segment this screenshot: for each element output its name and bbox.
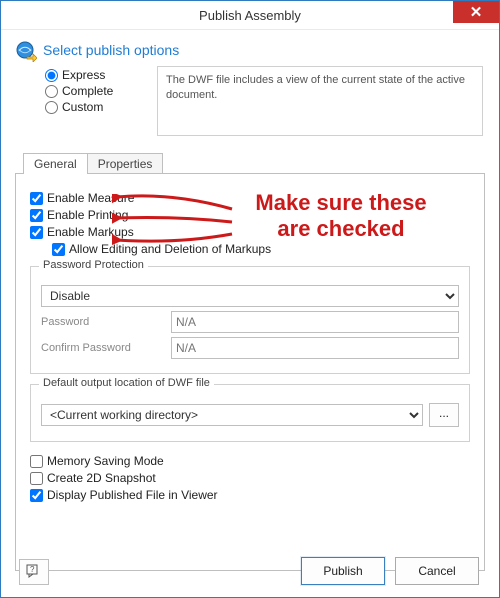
legend-output-location: Default output location of DWF file	[39, 377, 214, 389]
checkbox-allow-markup-edit-label: Allow Editing and Deletion of Markups	[69, 242, 271, 256]
window-title: Publish Assembly	[199, 8, 301, 23]
globe-publish-icon	[15, 40, 37, 62]
svg-text:?: ?	[30, 565, 35, 574]
dialog-button-row: Publish Cancel	[291, 557, 479, 585]
publish-mode-row: Express Complete Custom The DWF file inc…	[45, 66, 485, 136]
radio-complete[interactable]: Complete	[45, 84, 155, 98]
label-confirm-password: Confirm Password	[41, 342, 171, 354]
checkbox-enable-markups-input[interactable]	[30, 226, 43, 239]
checkbox-display-in-viewer-label: Display Published File in Viewer	[47, 488, 218, 502]
tab-panel-general: Enable Measure Enable Printing Enable Ma…	[15, 173, 485, 571]
checkbox-enable-printing-label: Enable Printing	[47, 208, 128, 222]
cancel-button[interactable]: Cancel	[395, 557, 479, 585]
checkbox-enable-printing-input[interactable]	[30, 209, 43, 222]
radio-express-label: Express	[62, 68, 105, 82]
checkbox-enable-measure[interactable]: Enable Measure	[30, 191, 470, 205]
cancel-button-label: Cancel	[418, 564, 455, 578]
checkbox-display-in-viewer[interactable]: Display Published File in Viewer	[30, 488, 470, 502]
input-password	[171, 311, 459, 333]
checkbox-enable-measure-label: Enable Measure	[47, 191, 134, 205]
fieldset-output-location: Default output location of DWF file <Cur…	[30, 384, 470, 442]
close-button[interactable]: ✕	[453, 1, 499, 23]
publish-button-label: Publish	[323, 564, 362, 578]
tab-general[interactable]: General	[23, 153, 88, 174]
checkbox-memory-saving[interactable]: Memory Saving Mode	[30, 454, 470, 468]
select-password-protection[interactable]: Disable	[41, 285, 459, 307]
browse-button[interactable]: ...	[429, 403, 459, 427]
content-area: Select publish options Express Complete …	[1, 30, 499, 571]
help-button[interactable]: ?	[19, 559, 49, 585]
help-icon: ?	[26, 564, 42, 581]
checkbox-create-snapshot[interactable]: Create 2D Snapshot	[30, 471, 470, 485]
select-output-location[interactable]: <Current working directory>	[41, 404, 423, 426]
checkbox-create-snapshot-input[interactable]	[30, 472, 43, 485]
checkbox-memory-saving-input[interactable]	[30, 455, 43, 468]
checkbox-allow-markup-edit-input[interactable]	[52, 243, 65, 256]
radio-express-input[interactable]	[45, 69, 58, 82]
checkbox-enable-markups[interactable]: Enable Markups	[30, 225, 470, 239]
input-confirm-password	[171, 337, 459, 359]
radio-custom[interactable]: Custom	[45, 100, 155, 114]
checkbox-enable-printing[interactable]: Enable Printing	[30, 208, 470, 222]
checkbox-enable-measure-input[interactable]	[30, 192, 43, 205]
checkbox-create-snapshot-label: Create 2D Snapshot	[47, 471, 156, 485]
radio-complete-label: Complete	[62, 84, 113, 98]
browse-button-label: ...	[439, 406, 449, 420]
fieldset-password-protection: Password Protection Disable Password Con…	[30, 266, 470, 374]
tab-strip: General Properties	[23, 153, 485, 174]
label-password: Password	[41, 316, 171, 328]
checkbox-allow-markup-edit[interactable]: Allow Editing and Deletion of Markups	[52, 242, 470, 256]
checkbox-enable-markups-label: Enable Markups	[47, 225, 134, 239]
radio-express[interactable]: Express	[45, 68, 155, 82]
radio-custom-input[interactable]	[45, 101, 58, 114]
mode-description: The DWF file includes a view of the curr…	[157, 66, 483, 136]
legend-password-protection: Password Protection	[39, 259, 148, 271]
radio-complete-input[interactable]	[45, 85, 58, 98]
publish-button[interactable]: Publish	[301, 557, 385, 585]
dialog-window: Publish Assembly ✕ Select publish option…	[0, 0, 500, 598]
checkbox-memory-saving-label: Memory Saving Mode	[47, 454, 164, 468]
checkbox-display-in-viewer-input[interactable]	[30, 489, 43, 502]
close-icon: ✕	[470, 3, 483, 21]
radio-custom-label: Custom	[62, 100, 103, 114]
section-title: Select publish options	[43, 42, 179, 58]
tab-properties[interactable]: Properties	[87, 153, 164, 174]
titlebar: Publish Assembly ✕	[1, 1, 499, 30]
